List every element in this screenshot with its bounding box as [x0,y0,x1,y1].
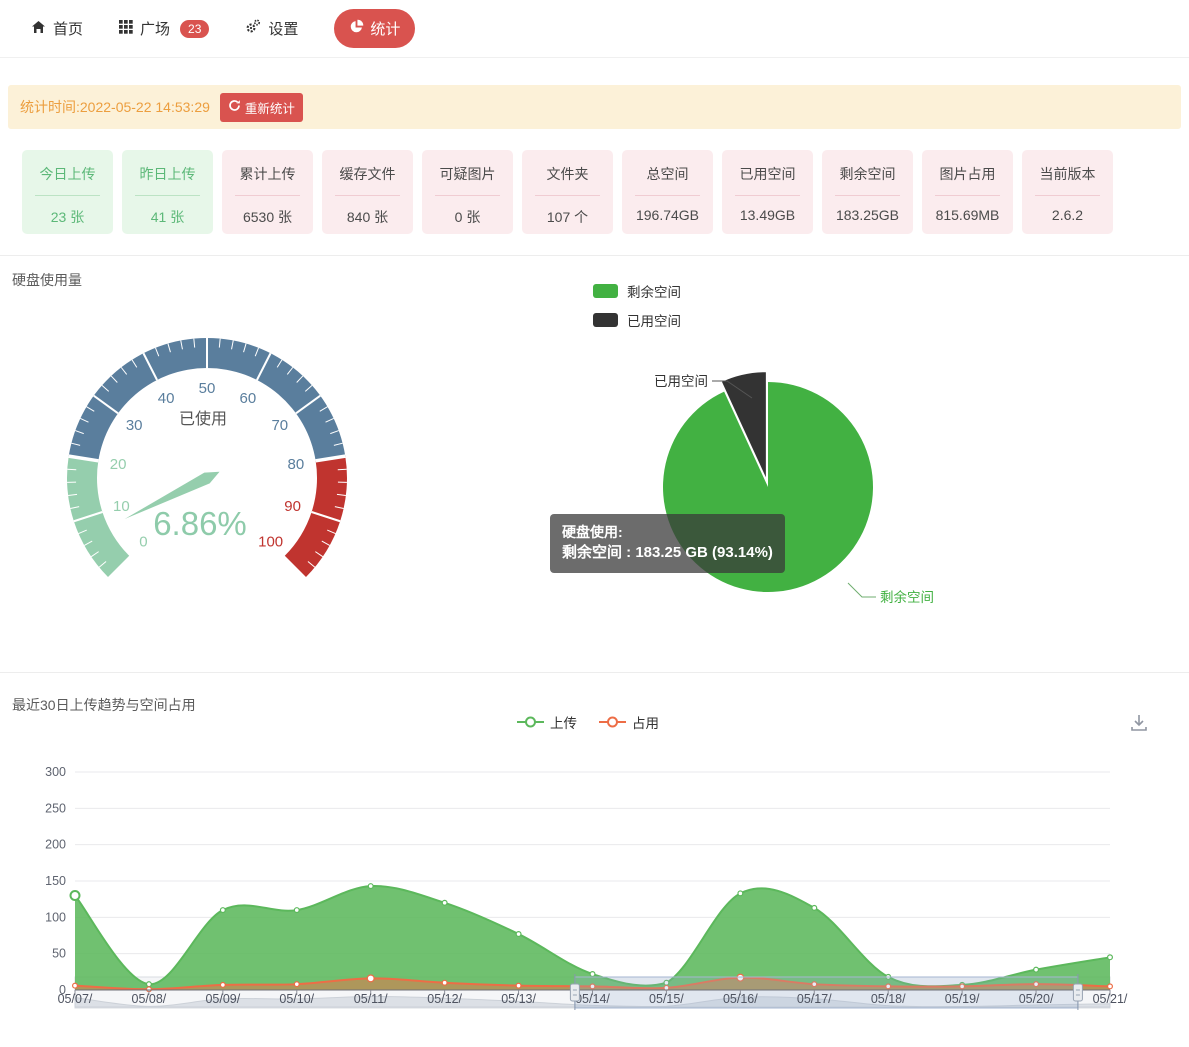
stats-time-banner: 统计时间:2022-05-22 14:53:29 重新统计 [8,85,1181,129]
legend-label-free: 剩余空间 [627,281,681,301]
nav-plaza-label: 广场 [140,18,170,39]
nav-settings-label: 设置 [268,18,298,39]
pie-tooltip: 硬盘使用: 剩余空间 : 183.25 GB (93.14%) [550,514,785,573]
svg-text:90: 90 [284,498,301,515]
legend-label-used: 已用空间 [627,310,681,330]
gauge-band [67,456,129,577]
stat-card-total-space: 总空间196.74GB [622,150,713,234]
stat-card-version: 当前版本2.6.2 [1022,150,1113,234]
svg-text:50: 50 [52,947,66,961]
legend-item-used-space[interactable]: 已用空间 [593,310,681,330]
download-icon [1128,712,1150,733]
svg-text:05/21/: 05/21/ [1093,992,1128,1006]
svg-text:05/17/: 05/17/ [797,992,832,1006]
svg-text:200: 200 [45,838,66,852]
datazoom-handle-left[interactable] [570,984,579,1001]
datazoom-handle-right[interactable] [1073,984,1082,1001]
nav-stats-label: 统计 [370,18,400,39]
nav-stats[interactable]: 统计 [334,9,415,48]
svg-text:10: 10 [113,498,130,515]
pie-icon [349,19,364,38]
svg-text:05/09/: 05/09/ [205,992,240,1006]
gauge-label: 已使用 [179,410,227,428]
legend-swatch-used [593,313,618,327]
nav-home-label: 首页 [53,18,83,39]
home-icon [31,20,46,38]
legend-marker-usage [599,715,626,729]
svg-text:70: 70 [271,417,288,434]
svg-text:20: 20 [110,456,127,473]
pie-tooltip-title: 硬盘使用: [562,522,773,542]
svg-text:05/18/: 05/18/ [871,992,906,1006]
section-divider [0,255,1189,256]
svg-text:100: 100 [45,910,66,924]
svg-text:50: 50 [199,380,216,397]
stat-card-used-space: 已用空间13.49GB [722,150,813,234]
legend-item-usage[interactable]: 占用 [599,712,659,732]
stat-card-image-usage: 图片占用815.69MB [922,150,1013,234]
section-divider [0,672,1189,673]
svg-text:05/10/: 05/10/ [279,992,314,1006]
svg-text:05/11/: 05/11/ [354,992,388,1006]
trend-legend: 上传 占用 [517,712,659,732]
legend-swatch-free [593,284,618,298]
plaza-count-badge: 23 [180,20,209,38]
svg-text:60: 60 [240,390,257,407]
grid-icon [119,20,133,38]
stat-card-today: 今日上传23 张 [22,150,113,234]
pie-label-free: 剩余空间 [880,589,934,605]
pie-tooltip-value: 剩余空间 : 183.25 GB (93.14%) [562,542,773,565]
legend-label-upload: 上传 [550,712,577,732]
stat-card-total-uploads: 累计上传6530 张 [222,150,313,234]
svg-text:05/19/: 05/19/ [945,992,980,1006]
legend-label-usage: 占用 [632,712,659,732]
stat-card-suspect-images: 可疑图片0 张 [422,150,513,234]
svg-text:30: 30 [126,417,143,434]
trend-section-title: 最近30日上传趋势与空间占用 [12,695,196,715]
gear-icon [245,19,261,38]
svg-text:100: 100 [258,534,283,551]
gauge-band [285,456,347,577]
svg-text:05/14/: 05/14/ [575,992,610,1006]
stat-card-free-space: 剩余空间183.25GB [822,150,913,234]
svg-text:0: 0 [139,534,147,551]
stat-cards-row: 今日上传23 张 昨日上传41 张 累计上传6530 张 缓存文件840 张 可… [22,150,1113,234]
gauge-value: 6.86% [153,505,247,542]
svg-text:300: 300 [45,765,66,779]
refresh-icon [228,99,241,115]
nav-plaza[interactable]: 广场 23 [119,18,209,39]
svg-text:150: 150 [45,874,66,888]
pie-label-used: 已用空间 [654,374,708,389]
svg-text:05/12/: 05/12/ [427,992,462,1006]
stat-card-folders: 文件夹107 个 [522,150,613,234]
svg-text:05/15/: 05/15/ [649,992,684,1006]
svg-text:05/20/: 05/20/ [1019,992,1054,1006]
pie-legend: 剩余空间 已用空间 [593,281,681,330]
recount-label: 重新统计 [245,98,295,117]
svg-text:250: 250 [45,801,66,815]
recount-button[interactable]: 重新统计 [220,93,303,122]
download-chart-button[interactable] [1128,712,1150,738]
legend-item-upload[interactable]: 上传 [517,712,577,732]
svg-text:05/16/: 05/16/ [723,992,758,1006]
disk-section-title: 硬盘使用量 [12,270,82,290]
trend-chart: 05010015020025030005/07/05/08/05/09/05/1… [0,745,1189,1020]
svg-text:80: 80 [288,456,305,473]
stats-page: { "nav": { "items": [ {"label": "首页", "i… [0,0,1189,1047]
stat-card-cache-files: 缓存文件840 张 [322,150,413,234]
legend-marker-upload [517,715,544,729]
svg-text:05/13/: 05/13/ [501,992,536,1006]
nav-settings[interactable]: 设置 [245,18,298,39]
svg-text:05/07/: 05/07/ [58,992,93,1006]
stats-time-label: 统计时间:2022-05-22 14:53:29 [20,97,210,117]
stat-card-yesterday: 昨日上传41 张 [122,150,213,234]
legend-item-free-space[interactable]: 剩余空间 [593,281,681,301]
top-navbar: 首页 广场 23 设置 [0,0,1189,58]
svg-text:05/08/: 05/08/ [132,992,167,1006]
nav-home[interactable]: 首页 [31,18,83,39]
svg-text:40: 40 [158,390,175,407]
